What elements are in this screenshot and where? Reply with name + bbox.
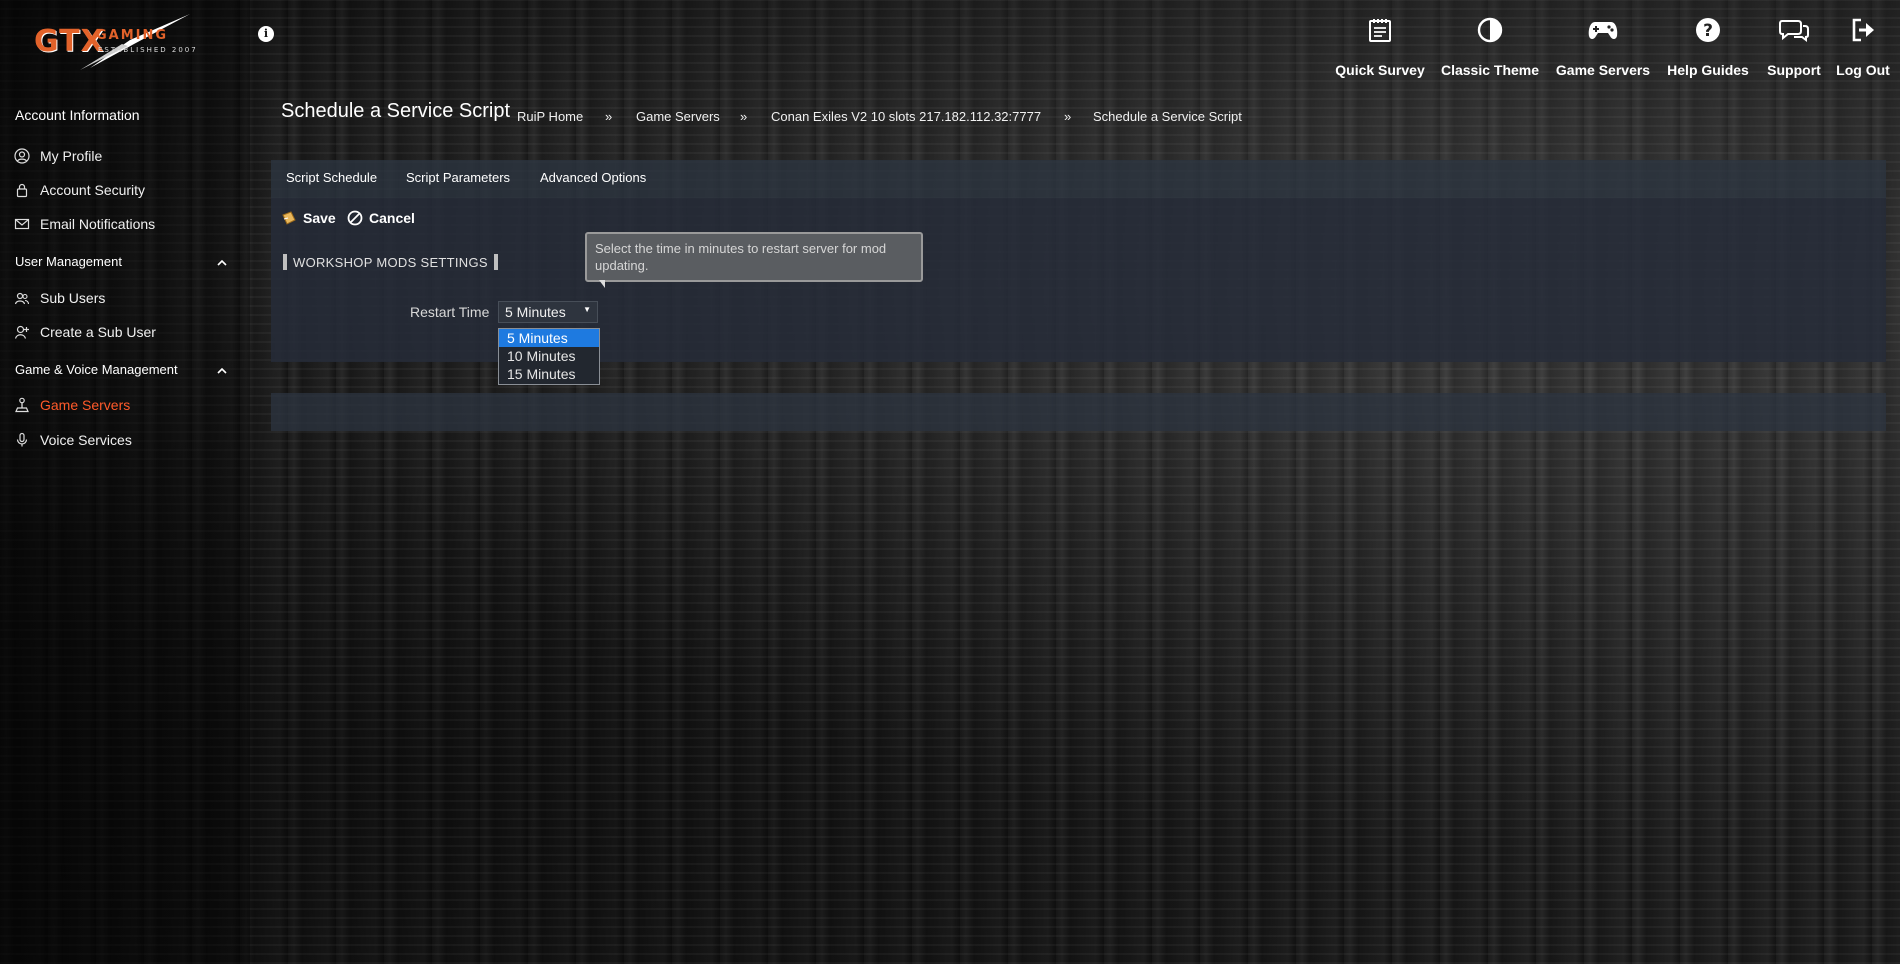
chat-icon (1779, 14, 1809, 46)
page-title: Schedule a Service Script (281, 100, 511, 122)
gamepad-icon (1588, 14, 1618, 46)
sidebar-item-label: Sub Users (40, 290, 106, 306)
restart-time-options: 5 Minutes 10 Minutes 15 Minutes (498, 328, 600, 385)
section-heading: WORKSHOP MODS SETTINGS (283, 254, 498, 270)
info-icon[interactable]: i (258, 26, 274, 42)
section-heading-text: WORKSHOP MODS SETTINGS (293, 254, 488, 270)
cancel-label: Cancel (369, 210, 415, 226)
sidebar-item-voice-services[interactable]: Voice Services (13, 429, 132, 451)
restart-time-tooltip: Select the time in minutes to restart se… (585, 232, 923, 288)
game-voice-management-heading: Game & Voice Management (15, 362, 178, 377)
sidebar-item-label: Email Notifications (40, 216, 156, 232)
game-voice-group-toggle[interactable]: Game & Voice Management (15, 362, 227, 377)
envelope-icon (13, 216, 30, 233)
sidebar-item-label: Create a Sub User (40, 324, 156, 340)
microphone-icon (13, 432, 30, 449)
option-10-minutes[interactable]: 10 Minutes (499, 347, 599, 365)
select-value: 5 Minutes (505, 304, 566, 320)
add-user-icon (13, 324, 30, 341)
sidebar-item-game-servers[interactable]: Game Servers (13, 394, 130, 416)
user-management-group-toggle[interactable]: User Management (15, 254, 227, 269)
background-server-racks (0, 0, 1900, 964)
question-icon: ? (1695, 14, 1721, 46)
sidebar-item-label: My Profile (40, 148, 103, 164)
caret-down-icon: ▼ (583, 305, 591, 314)
survey-icon (1367, 14, 1393, 46)
chevron-up-icon (217, 362, 227, 377)
logo-main-text: GTX (34, 24, 105, 59)
breadcrumb-current: Schedule a Service Script (1093, 109, 1242, 124)
restart-time-select[interactable]: 5 Minutes ▼ (498, 301, 598, 323)
breadcrumb-game-servers[interactable]: Game Servers (636, 109, 720, 124)
sidebar-item-my-profile[interactable]: My Profile (13, 145, 102, 167)
nav-help-guides[interactable]: ? Help Guides (1664, 14, 1752, 78)
logo-established-text: ESTABLISHED 2007 (98, 46, 198, 54)
save-icon (281, 210, 297, 226)
user-management-heading: User Management (15, 254, 122, 269)
nav-log-out[interactable]: Log Out (1835, 14, 1891, 78)
nav-label: Support (1767, 62, 1821, 78)
gtx-logo[interactable]: GTX GAMING ESTABLISHED 2007 (30, 10, 215, 72)
save-button[interactable]: Save (281, 210, 336, 226)
save-label: Save (303, 210, 336, 226)
nav-classic-theme[interactable]: Classic Theme (1440, 14, 1540, 78)
chevron-up-icon (217, 254, 227, 269)
sidebar-item-label: Voice Services (40, 432, 132, 448)
nav-support[interactable]: Support (1764, 14, 1824, 78)
cancel-icon (347, 210, 363, 226)
option-5-minutes[interactable]: 5 Minutes (499, 329, 599, 347)
lower-panel (271, 393, 1886, 431)
users-icon (13, 290, 30, 307)
nav-game-servers[interactable]: Game Servers (1555, 14, 1651, 78)
option-15-minutes[interactable]: 15 Minutes (499, 365, 599, 383)
account-information-heading: Account Information (15, 107, 140, 123)
section-bar-left (283, 254, 287, 270)
sidebar-item-create-sub-user[interactable]: Create a Sub User (13, 321, 156, 343)
tabs-bar: Script Schedule Script Parameters Advanc… (271, 160, 1886, 198)
sidebar-item-label: Account Security (40, 182, 146, 198)
nav-label: Quick Survey (1335, 62, 1425, 78)
tab-script-schedule[interactable]: Script Schedule (286, 170, 377, 185)
sidebar-item-sub-users[interactable]: Sub Users (13, 287, 105, 309)
breadcrumb-separator: » (740, 109, 748, 124)
joystick-icon (13, 397, 30, 414)
nav-label: Game Servers (1555, 62, 1651, 78)
breadcrumb-separator: » (605, 109, 613, 124)
nav-quick-survey[interactable]: Quick Survey (1335, 14, 1425, 78)
tab-advanced-options[interactable]: Advanced Options (540, 170, 646, 185)
sidebar-item-label: Game Servers (40, 397, 131, 413)
logo-sub-text: GAMING (96, 28, 169, 43)
contrast-icon (1477, 14, 1503, 46)
profile-icon (13, 148, 30, 165)
restart-time-label: Restart Time (410, 304, 490, 320)
breadcrumb-separator: » (1064, 109, 1072, 124)
logout-icon (1850, 14, 1876, 46)
nav-label: Log Out (1836, 62, 1890, 78)
breadcrumb-home[interactable]: RuiP Home (517, 109, 583, 124)
nav-label: Classic Theme (1440, 62, 1540, 78)
breadcrumb-server[interactable]: Conan Exiles V2 10 slots 217.182.112.32:… (771, 109, 1041, 124)
sidebar-item-email-notifications[interactable]: Email Notifications (13, 213, 155, 235)
lock-icon (13, 182, 30, 199)
tab-script-parameters[interactable]: Script Parameters (406, 170, 510, 185)
cancel-button[interactable]: Cancel (347, 210, 415, 226)
svg-text:?: ? (1703, 21, 1713, 41)
nav-label: Help Guides (1667, 62, 1749, 78)
section-bar-right (493, 254, 498, 270)
sidebar-item-account-security[interactable]: Account Security (13, 179, 145, 201)
